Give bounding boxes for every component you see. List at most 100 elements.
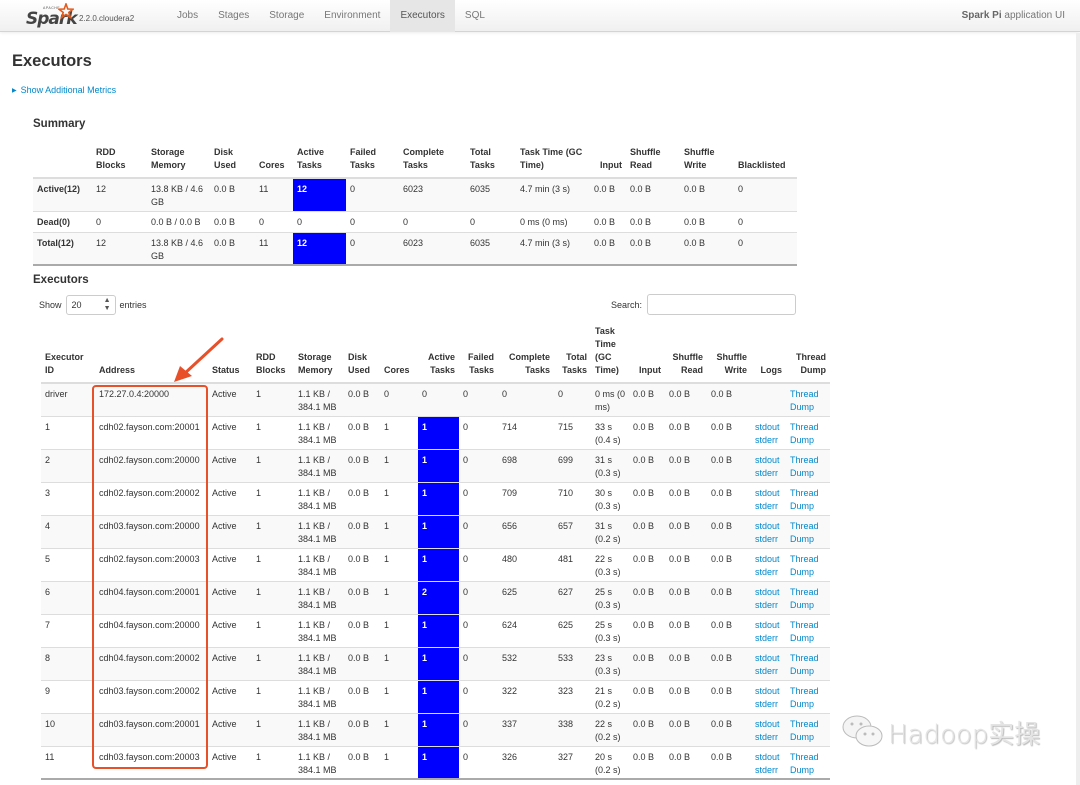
thread-dump-link[interactable]: Thread Dump: [790, 389, 819, 412]
header-active-tasks[interactable]: Active Tasks: [418, 322, 459, 383]
thread-dump-link[interactable]: Thread Dump: [790, 587, 819, 610]
header-executor-id[interactable]: Executor ID: [41, 322, 95, 383]
stderr-link[interactable]: stderr: [755, 600, 778, 610]
summary-header-active-tasks[interactable]: Active Tasks: [293, 145, 346, 178]
stderr-link[interactable]: stderr: [755, 567, 778, 577]
cell-thread-dump: Thread Dump: [786, 614, 830, 647]
show-label: Show: [39, 300, 62, 310]
stdout-link[interactable]: stdout: [755, 620, 780, 630]
header-input[interactable]: Input: [629, 322, 665, 383]
cell-complete-tasks: 698: [502, 454, 518, 465]
thread-dump-link[interactable]: Thread Dump: [790, 686, 819, 709]
spark-brand[interactable]: APACHE Spark 2.2.0.cloudera2: [25, 1, 134, 31]
summary-header-shuffle-read[interactable]: Shuffle Read: [626, 145, 680, 178]
cell-address: cdh02.fayson.com:20002: [99, 487, 200, 498]
summary-header-cores[interactable]: Cores: [255, 145, 293, 178]
cell-complete-tasks: 709: [502, 487, 518, 498]
cell-storage-memory: 1.1 KB / 384.1 MB: [298, 454, 337, 478]
header-shuffle-read[interactable]: Shuffle Read: [665, 322, 707, 383]
thread-dump-link[interactable]: Thread Dump: [790, 455, 819, 478]
tab-executors[interactable]: Executors: [390, 0, 455, 32]
cell-input: 0.0 B: [633, 685, 655, 696]
stderr-link[interactable]: stderr: [755, 468, 778, 478]
cell-storage-memory: 1.1 KB / 384.1 MB: [298, 751, 337, 775]
summary-header-failed-tasks[interactable]: Failed Tasks: [346, 145, 399, 178]
stdout-link[interactable]: stdout: [755, 686, 780, 696]
cell-total-tasks: 625: [558, 619, 574, 630]
thread-dump-link[interactable]: Thread Dump: [790, 719, 819, 742]
stdout-link[interactable]: stdout: [755, 752, 780, 762]
summary-header-complete-tasks[interactable]: Complete Tasks: [399, 145, 466, 178]
cell-storage-memory: 1.1 KB / 384.1 MB: [298, 619, 337, 643]
header-complete-tasks[interactable]: Complete Tasks: [498, 322, 554, 383]
stderr-link[interactable]: stderr: [755, 699, 778, 709]
stdout-link[interactable]: stdout: [755, 719, 780, 729]
cell-cores: 11: [259, 237, 269, 248]
search-input[interactable]: [647, 294, 797, 315]
tab-stages[interactable]: Stages: [208, 0, 259, 32]
cell-shuffle-write: 0.0 B: [711, 553, 733, 564]
stderr-link[interactable]: stderr: [755, 435, 778, 445]
show-additional-metrics[interactable]: ▶ Show Additional Metrics: [12, 85, 116, 95]
header-disk-used[interactable]: Disk Used: [344, 322, 380, 383]
summary-row-active: Active(12) 12 13.8 KB / 4.6 GB 0.0 B 11 …: [33, 178, 797, 211]
stderr-link[interactable]: stderr: [755, 765, 778, 775]
header-task-time[interactable]: Task Time (GC Time): [591, 322, 629, 383]
thread-dump-link[interactable]: Thread Dump: [790, 422, 819, 445]
thread-dump-link[interactable]: Thread Dump: [790, 752, 819, 775]
thread-dump-link[interactable]: Thread Dump: [790, 521, 819, 544]
stdout-link[interactable]: stdout: [755, 554, 780, 564]
app-name: Spark Pi: [961, 10, 1002, 21]
header-failed-tasks[interactable]: Failed Tasks: [459, 322, 498, 383]
thread-dump-link[interactable]: Thread Dump: [790, 620, 819, 643]
header-status[interactable]: Status: [208, 322, 252, 383]
cell-cores: 1: [384, 454, 390, 465]
tab-environment[interactable]: Environment: [314, 0, 390, 32]
summary-header-task-time[interactable]: Task Time (GC Time): [516, 145, 590, 178]
summary-header-shuffle-write[interactable]: Shuffle Write: [680, 145, 734, 178]
cell-shuffle-write: 0.0 B: [684, 237, 706, 248]
page-scrollbar[interactable]: [1076, 33, 1080, 785]
tab-storage[interactable]: Storage: [259, 0, 314, 32]
cell-input: 0.0 B: [633, 586, 655, 597]
stdout-link[interactable]: stdout: [755, 488, 780, 498]
cell-total-tasks: 657: [558, 520, 574, 531]
stdout-link[interactable]: stdout: [755, 521, 780, 531]
header-total-tasks[interactable]: Total Tasks: [554, 322, 591, 383]
summary-header-rdd-blocks[interactable]: RDD Blocks: [92, 145, 147, 178]
cell-rdd-blocks: 1: [256, 520, 262, 531]
cell-executor-id: 3: [45, 487, 51, 498]
summary-header-input[interactable]: Input: [590, 145, 626, 178]
stdout-link[interactable]: stdout: [755, 587, 780, 597]
cell-storage-memory: 1.1 KB / 384.1 MB: [298, 652, 337, 676]
page-length-select[interactable]: 20 ▲ ▼: [65, 295, 116, 315]
header-cores[interactable]: Cores: [380, 322, 418, 383]
summary-header-storage-memory[interactable]: Storage Memory: [147, 145, 210, 178]
header-rdd-blocks[interactable]: RDD Blocks: [252, 322, 294, 383]
stderr-link[interactable]: stderr: [755, 666, 778, 676]
summary-header-disk-used[interactable]: Disk Used: [210, 145, 255, 178]
show-additional-metrics-label[interactable]: Show Additional Metrics: [21, 85, 117, 95]
summary-header-total-tasks[interactable]: Total Tasks: [466, 145, 516, 178]
stdout-link[interactable]: stdout: [755, 455, 780, 465]
header-address[interactable]: Address: [95, 322, 208, 383]
thread-dump-link[interactable]: Thread Dump: [790, 653, 819, 676]
spark-logo: APACHE Spark: [25, 3, 78, 31]
summary-header-blacklisted[interactable]: Blacklisted: [734, 145, 797, 178]
stderr-link[interactable]: stderr: [755, 534, 778, 544]
cell-total-tasks: 0: [558, 389, 564, 399]
stderr-link[interactable]: stderr: [755, 732, 778, 742]
cell-storage-memory: 1.1 KB / 384.1 MB: [298, 553, 337, 577]
thread-dump-link[interactable]: Thread Dump: [790, 554, 819, 577]
header-shuffle-write[interactable]: Shuffle Write: [707, 322, 751, 383]
stderr-link[interactable]: stderr: [755, 501, 778, 511]
stdout-link[interactable]: stdout: [755, 422, 780, 432]
nav-tabs: Jobs Stages Storage Environment Executor…: [167, 0, 495, 32]
thread-dump-link[interactable]: Thread Dump: [790, 488, 819, 511]
stdout-link[interactable]: stdout: [755, 653, 780, 663]
stderr-link[interactable]: stderr: [755, 633, 778, 643]
tab-jobs[interactable]: Jobs: [167, 0, 208, 32]
cell-logs: stdout stderr: [751, 614, 786, 647]
tab-sql[interactable]: SQL: [455, 0, 495, 32]
header-storage-memory[interactable]: Storage Memory: [294, 322, 344, 383]
